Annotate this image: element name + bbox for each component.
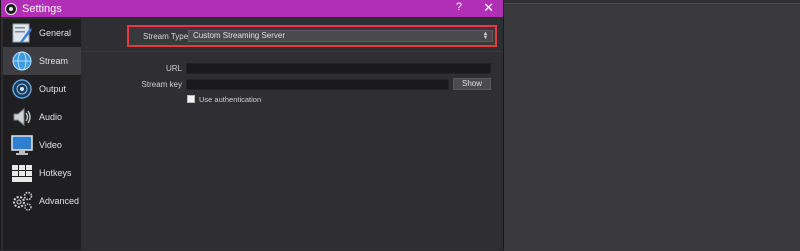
sidebar-item-label: Advanced	[39, 196, 80, 206]
stream-key-label: Stream key	[141, 80, 182, 89]
sidebar-item-audio[interactable]: Audio	[3, 103, 81, 131]
sidebar-item-label: Output	[39, 84, 67, 94]
sidebar-item-stream[interactable]: Stream	[3, 47, 81, 75]
sidebar-item-video[interactable]: Video	[3, 131, 81, 159]
stream-type-dropdown[interactable]: Custom Streaming Server ▲ ▼	[188, 30, 493, 42]
show-key-button[interactable]: Show	[453, 78, 491, 90]
monitor-icon	[9, 133, 35, 157]
settings-sidebar: General Stream Output Audio Video Hotkey…	[3, 19, 81, 250]
sidebar-item-advanced[interactable]: Advanced	[3, 187, 81, 215]
stream-settings-panel: Stream Type Custom Streaming Server ▲ ▼ U…	[83, 19, 501, 250]
settings-window: Settings ? ✕ General Stream Output Audio…	[1, 0, 503, 250]
screen: Settings ? ✕ General Stream Output Audio…	[0, 0, 800, 251]
stream-type-highlight: Stream Type Custom Streaming Server ▲ ▼	[127, 25, 497, 47]
use-authentication-checkbox[interactable]	[187, 95, 195, 103]
close-button[interactable]: ✕	[483, 0, 494, 16]
background-panel	[504, 3, 800, 251]
sidebar-item-label: Audio	[39, 112, 63, 122]
window-title: Settings	[22, 2, 62, 15]
url-field[interactable]	[186, 63, 491, 74]
gears-icon	[9, 189, 35, 213]
sidebar-item-label: Video	[39, 140, 62, 150]
url-label: URL	[165, 64, 182, 73]
sidebar-item-label: General	[39, 28, 72, 38]
speaker-icon	[9, 105, 35, 129]
sidebar-item-label: Stream	[39, 56, 69, 66]
use-authentication-label: Use authentication	[199, 95, 262, 104]
updown-arrows-icon: ▲ ▼	[482, 31, 489, 41]
globe-icon	[9, 49, 35, 73]
stream-key-field[interactable]	[186, 79, 449, 90]
title-bar[interactable]: Settings ? ✕	[1, 0, 503, 17]
sidebar-item-label: Hotkeys	[39, 168, 72, 178]
output-icon	[9, 77, 35, 101]
sidebar-item-general[interactable]: General	[3, 19, 81, 47]
help-button[interactable]: ?	[456, 1, 462, 13]
general-icon	[9, 21, 35, 45]
stream-type-label: Stream Type	[143, 32, 189, 41]
sidebar-item-hotkeys[interactable]: Hotkeys	[3, 159, 81, 187]
divider	[83, 51, 501, 52]
stream-type-value: Custom Streaming Server	[193, 31, 286, 40]
app-logo-icon	[5, 2, 17, 15]
sidebar-item-output[interactable]: Output	[3, 75, 81, 103]
keyboard-icon	[9, 161, 35, 185]
